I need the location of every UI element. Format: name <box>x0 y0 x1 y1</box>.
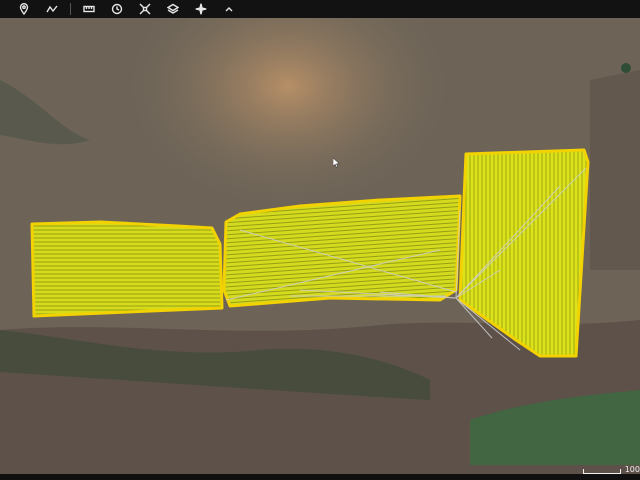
tree <box>621 63 631 73</box>
adjacent-parcel <box>590 70 640 270</box>
chevron-up-icon[interactable] <box>217 1 241 17</box>
sparkle-icon[interactable] <box>189 1 213 17</box>
satellite-icon[interactable] <box>133 1 157 17</box>
layers-icon[interactable] <box>161 1 185 17</box>
toolbar-divider <box>70 3 71 15</box>
scale-label: 100 <box>624 465 640 474</box>
field-center[interactable] <box>222 194 462 308</box>
history-icon[interactable] <box>105 1 129 17</box>
map-view[interactable] <box>0 0 640 480</box>
path-icon[interactable] <box>40 1 64 17</box>
location-pin-icon[interactable] <box>12 1 36 17</box>
map-scale: 100 <box>582 465 640 474</box>
screen-bezel <box>0 474 640 480</box>
map-toolbar <box>0 0 640 18</box>
map-screen: 100 <box>0 0 640 480</box>
ruler-icon[interactable] <box>77 1 101 17</box>
field-west[interactable] <box>30 220 224 318</box>
mouse-cursor-icon <box>333 158 341 168</box>
